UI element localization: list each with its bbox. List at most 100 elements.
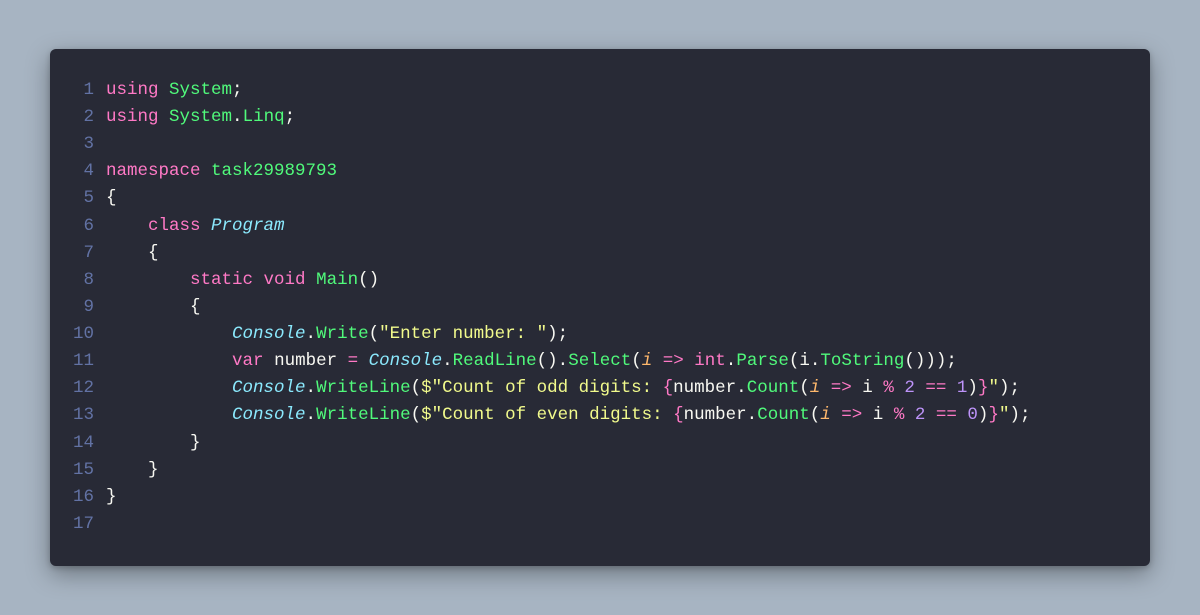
line-number: 7	[70, 240, 106, 267]
token: 1	[957, 378, 968, 398]
token: 2	[904, 378, 915, 398]
token: "	[999, 405, 1010, 425]
token: namespace	[106, 161, 201, 181]
line-number: 3	[70, 131, 106, 158]
token	[820, 378, 831, 398]
token: (	[369, 324, 380, 344]
token	[873, 378, 884, 398]
code-block: 1using System;2using System.Linq;34names…	[70, 77, 1126, 538]
token: %	[883, 378, 894, 398]
token: );	[547, 324, 568, 344]
token: Program	[211, 216, 285, 236]
token: .	[306, 405, 317, 425]
token	[106, 351, 232, 371]
token: .	[232, 107, 243, 127]
token: .	[726, 351, 737, 371]
token	[106, 405, 232, 425]
token: Write	[316, 324, 369, 344]
token: }	[106, 433, 201, 453]
token	[957, 405, 968, 425]
token: =>	[663, 351, 684, 371]
token: WriteLine	[316, 405, 411, 425]
line-content: var number = Console.ReadLine().Select(i…	[106, 348, 1126, 375]
token: 2	[915, 405, 926, 425]
line-content: {	[106, 294, 1126, 321]
token	[337, 351, 348, 371]
token: using	[106, 80, 159, 100]
line-number: 1	[70, 77, 106, 104]
token: using	[106, 107, 159, 127]
line-number: 10	[70, 321, 106, 348]
token: class	[148, 216, 201, 236]
token: i	[873, 405, 884, 425]
token: =>	[831, 378, 852, 398]
line-number: 17	[70, 511, 106, 538]
token	[306, 270, 317, 290]
token: ()	[358, 270, 379, 290]
line-content: {	[106, 185, 1126, 212]
token: ==	[925, 378, 946, 398]
code-line: 5{	[70, 185, 1126, 212]
line-number: 16	[70, 484, 106, 511]
token: Console	[232, 405, 306, 425]
token: task29989793	[211, 161, 337, 181]
token: {	[106, 188, 117, 208]
token: %	[894, 405, 905, 425]
token: );	[999, 378, 1020, 398]
token: (	[411, 405, 422, 425]
code-line: 12 Console.WriteLine($"Count of odd digi…	[70, 375, 1126, 402]
token: =	[348, 351, 359, 371]
line-content: }	[106, 484, 1126, 511]
token	[862, 405, 873, 425]
code-line: 3	[70, 131, 1126, 158]
token: Console	[232, 378, 306, 398]
code-line: 15 }	[70, 457, 1126, 484]
code-line: 11 var number = Console.ReadLine().Selec…	[70, 348, 1126, 375]
token: ;	[232, 80, 243, 100]
token: (	[810, 405, 821, 425]
token: number	[274, 351, 337, 371]
code-line: 8 static void Main()	[70, 267, 1126, 294]
token	[106, 324, 232, 344]
token	[264, 351, 275, 371]
code-line: 7 {	[70, 240, 1126, 267]
token	[106, 378, 232, 398]
token: Console	[369, 351, 443, 371]
line-content: namespace task29989793	[106, 158, 1126, 185]
line-content: using System;	[106, 77, 1126, 104]
token: $"Count of even digits:	[421, 405, 673, 425]
token: i	[820, 405, 831, 425]
line-number: 13	[70, 402, 106, 429]
token: number	[673, 378, 736, 398]
line-number: 12	[70, 375, 106, 402]
line-content	[106, 511, 1126, 538]
token: int	[694, 351, 726, 371]
token: {	[106, 297, 201, 317]
code-line: 2using System.Linq;	[70, 104, 1126, 131]
token: Select	[568, 351, 631, 371]
token: .	[442, 351, 453, 371]
code-line: 1using System;	[70, 77, 1126, 104]
line-number: 11	[70, 348, 106, 375]
token	[831, 405, 842, 425]
code-editor[interactable]: 1using System;2using System.Linq;34names…	[50, 49, 1150, 566]
token	[904, 405, 915, 425]
token	[925, 405, 936, 425]
token: number	[684, 405, 747, 425]
token	[201, 161, 212, 181]
token: i	[799, 351, 810, 371]
token: Console	[232, 324, 306, 344]
token: 0	[967, 405, 978, 425]
token: i	[810, 378, 821, 398]
line-content	[106, 131, 1126, 158]
token: .	[747, 405, 758, 425]
token: i	[862, 378, 873, 398]
code-line: 16}	[70, 484, 1126, 511]
token: }	[106, 487, 117, 507]
token: void	[264, 270, 306, 290]
line-content: }	[106, 457, 1126, 484]
token	[852, 378, 863, 398]
line-content: {	[106, 240, 1126, 267]
token: }	[988, 405, 999, 425]
token: Main	[316, 270, 358, 290]
